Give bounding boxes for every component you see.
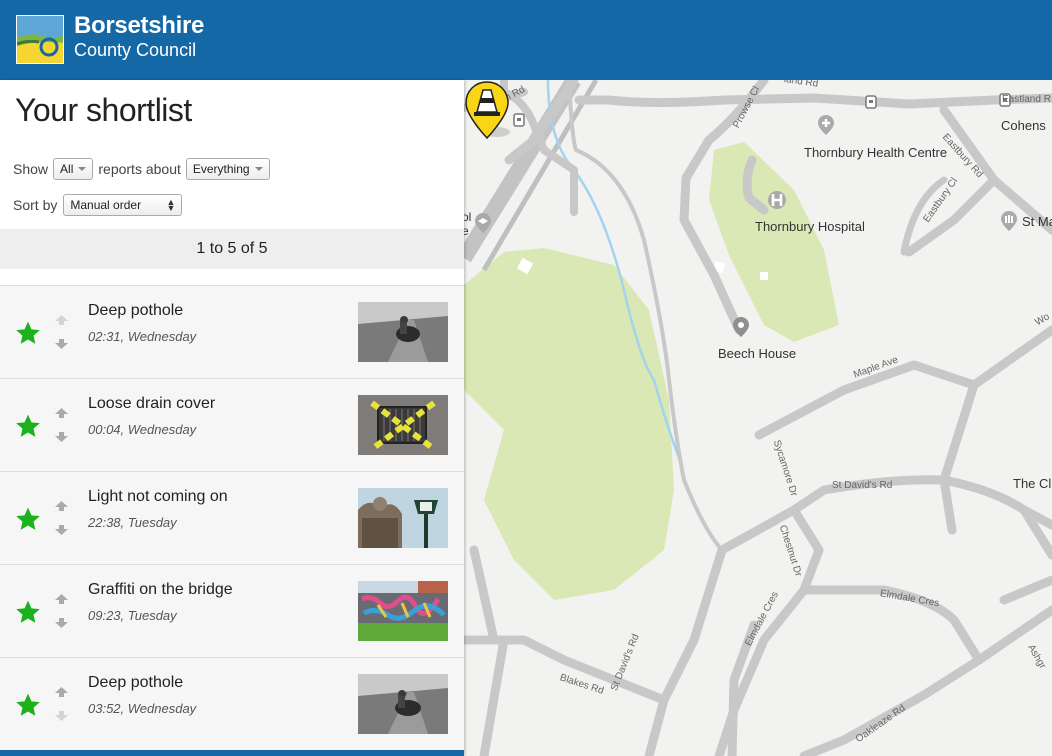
place-label-hospital[interactable]: Thornbury Hospital [755, 219, 865, 234]
graffiti-photo[interactable] [358, 581, 448, 641]
star-icon[interactable] [15, 692, 41, 718]
list-item[interactable]: Loose drain cover 00:04, Wednesday [0, 378, 464, 471]
move-down-icon[interactable] [54, 431, 69, 443]
report-list: Deep pothole 02:31, Wednesday Loose drai… [0, 285, 464, 750]
report-time: 00:04, Wednesday [88, 422, 197, 437]
place-label-beech-house[interactable]: Beech House [718, 346, 796, 361]
council-name-line1: Borsetshire [74, 12, 205, 39]
move-up-icon[interactable] [54, 314, 69, 326]
traffic-cone-marker-icon[interactable] [464, 80, 510, 144]
street-light-photo[interactable] [358, 488, 448, 548]
move-down-icon[interactable] [54, 524, 69, 536]
report-title[interactable]: Graffiti on the bridge [88, 581, 233, 599]
pothole-photo[interactable] [358, 674, 448, 734]
stadium-icon[interactable] [998, 210, 1020, 232]
star-icon[interactable] [15, 506, 41, 532]
council-logo[interactable] [16, 15, 64, 64]
hospital-icon[interactable] [766, 189, 788, 211]
report-title[interactable]: Deep pothole [88, 674, 183, 692]
sort-select[interactable]: Manual order ▲ ▼ [63, 194, 183, 216]
move-up-icon[interactable] [54, 686, 69, 698]
council-name[interactable]: Borsetshire County Council [74, 13, 204, 62]
shortlist-sidebar: Your shortlist Show All reports about Ev… [0, 80, 464, 756]
sort-row: Sort by Manual order ▲ ▼ [13, 194, 187, 216]
star-icon[interactable] [15, 320, 41, 346]
show-label: Show [13, 161, 49, 177]
filter-row: Show All reports about Everything [13, 158, 275, 180]
road-label: St David's Rd [832, 480, 893, 491]
bus-stop-icon[interactable] [513, 113, 525, 127]
place-label-health-centre[interactable]: Thornbury Health Centre [804, 145, 947, 160]
pothole-photo[interactable] [358, 302, 448, 362]
map-pin-icon[interactable] [815, 114, 837, 136]
place-label-ol: ol [464, 210, 472, 224]
report-title[interactable]: Deep pothole [88, 302, 183, 320]
report-title[interactable]: Light not coming on [88, 488, 228, 506]
report-time: 22:38, Tuesday [88, 515, 177, 530]
move-up-icon[interactable] [54, 593, 69, 605]
sort-label: Sort by [13, 197, 58, 213]
show-select-value: All [60, 162, 74, 176]
list-item[interactable]: Deep pothole 03:52, Wednesday [0, 657, 464, 750]
footer-bar [0, 750, 464, 756]
place-label-e: e [464, 224, 469, 238]
sort-select-value: Manual order [70, 198, 142, 212]
star-icon[interactable] [15, 599, 41, 625]
category-select-value: Everything [192, 162, 250, 176]
page-title: Your shortlist [15, 92, 192, 128]
move-down-icon[interactable] [54, 338, 69, 350]
map-pin-icon[interactable] [730, 316, 752, 338]
list-item[interactable]: Graffiti on the bridge 09:23, Tuesday [0, 564, 464, 657]
move-up-icon[interactable] [54, 407, 69, 419]
list-item[interactable]: Deep pothole 02:31, Wednesday [0, 285, 464, 378]
pagination-summary: 1 to 5 of 5 [0, 229, 464, 269]
drain-cover-photo[interactable] [358, 395, 448, 455]
place-label-the-cl[interactable]: The Cl [1013, 476, 1051, 491]
list-item[interactable]: Light not coming on 22:38, Tuesday [0, 471, 464, 564]
bus-stop-icon[interactable] [865, 95, 877, 109]
council-name-line2: County Council [74, 40, 197, 60]
map-view[interactable]: Thornbury Health Centre Thornbury Hospit… [464, 80, 1052, 756]
star-icon[interactable] [15, 413, 41, 439]
map-canvas[interactable] [464, 80, 1052, 756]
school-icon[interactable] [472, 212, 494, 234]
report-title[interactable]: Loose drain cover [88, 395, 215, 413]
road-label: Eastland R [1002, 94, 1051, 105]
place-label-cohens[interactable]: Cohens [1001, 118, 1046, 133]
report-time: 03:52, Wednesday [88, 701, 197, 716]
category-select[interactable]: Everything [185, 158, 270, 180]
report-time: 09:23, Tuesday [88, 608, 177, 623]
move-down-icon[interactable] [54, 710, 69, 722]
move-up-icon[interactable] [54, 500, 69, 512]
move-down-icon[interactable] [54, 617, 69, 629]
place-label-st-ma[interactable]: St Ma [1022, 214, 1052, 229]
show-select[interactable]: All [53, 158, 94, 180]
updown-arrows-icon: ▲ ▼ [166, 197, 176, 213]
site-header: Borsetshire County Council [0, 0, 1052, 80]
chevron-down-icon [254, 167, 263, 171]
reports-about-label: reports about [98, 161, 181, 177]
chevron-down-icon [78, 167, 87, 171]
report-time: 02:31, Wednesday [88, 329, 197, 344]
